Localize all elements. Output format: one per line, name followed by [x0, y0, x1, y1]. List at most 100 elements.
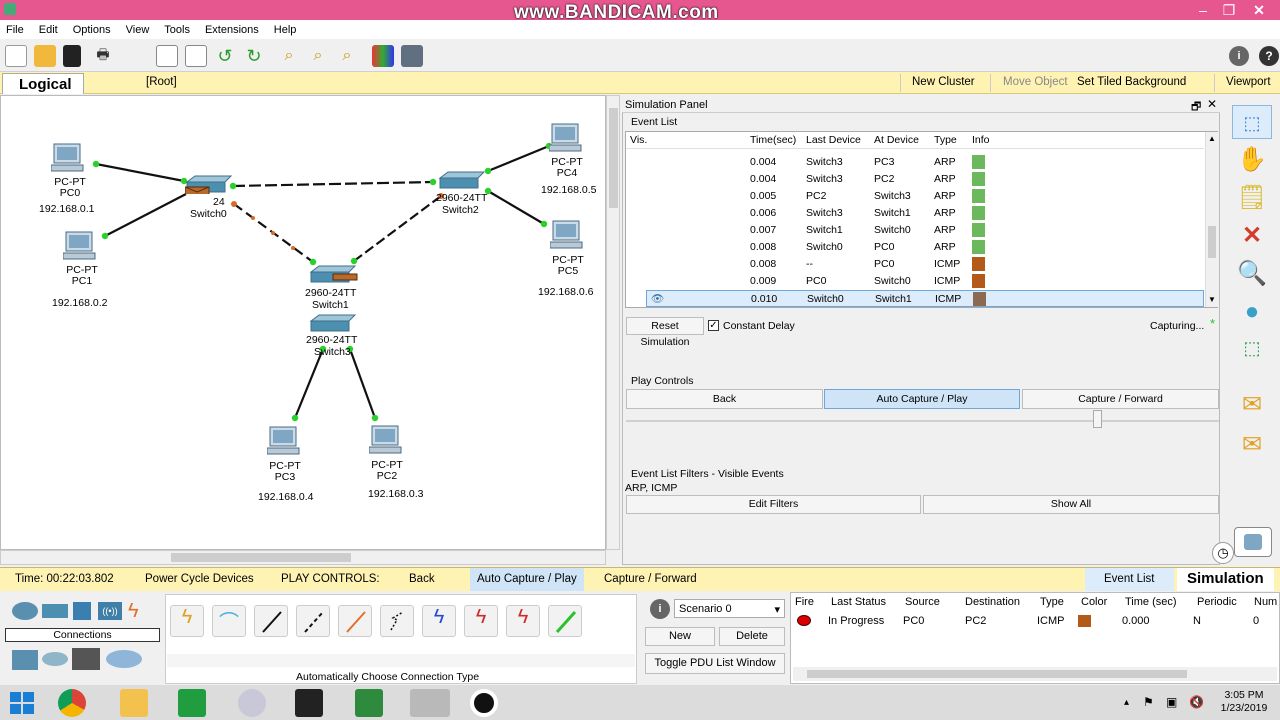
packet-tracer-taskbar-icon[interactable]: [238, 689, 266, 717]
menu-help[interactable]: Help: [274, 24, 297, 36]
scenario-info-icon[interactable]: i: [650, 599, 670, 619]
switch3-icon[interactable]: [309, 313, 357, 333]
capture-forward-button[interactable]: Capture / Forward: [1022, 389, 1219, 409]
event-row[interactable]: 0.006 Switch3 Switch1 ARP: [626, 205, 1204, 222]
info-icon[interactable]: i: [1229, 46, 1249, 66]
new-file-icon[interactable]: [5, 45, 27, 67]
workspace-vertical-scrollbar[interactable]: [606, 95, 620, 550]
event-row[interactable]: 0.007 Switch1 Switch0 ARP: [626, 222, 1204, 239]
command-prompt-icon[interactable]: [295, 689, 323, 717]
speed-slider-track[interactable]: [626, 420, 1219, 422]
pdu-list-table[interactable]: Fire Last Status Source Destination Type…: [790, 592, 1280, 684]
simulation-mode-tab[interactable]: Simulation: [1177, 568, 1274, 591]
close-icon[interactable]: ✕: [1246, 1, 1272, 19]
pdu-list-scrollbar[interactable]: [793, 667, 1277, 681]
scenario-select[interactable]: Scenario 0 ▾: [674, 599, 785, 618]
event-row[interactable]: 0.008 Switch0 PC0 ARP: [626, 239, 1204, 256]
delete-scenario-button[interactable]: Delete: [719, 627, 785, 646]
switch1-icon[interactable]: [309, 264, 359, 284]
logical-workspace[interactable]: PC-PT PC0 192.168.0.1 PC-PT PC1 192.168.0.…: [0, 95, 606, 550]
new-cluster-button[interactable]: New Cluster: [912, 76, 975, 88]
menu-view[interactable]: View: [126, 24, 150, 36]
inspect-tool-icon[interactable]: 🔍: [1232, 257, 1272, 291]
save-icon[interactable]: [63, 45, 81, 67]
event-row[interactable]: 0.004 Switch3 PC3 ARP: [626, 154, 1204, 171]
realtime-clock-icon[interactable]: ◷: [1212, 542, 1234, 564]
network-icon[interactable]: ▣: [1166, 695, 1177, 709]
pc0-icon[interactable]: [50, 143, 85, 173]
bandicam-record-icon[interactable]: [470, 689, 498, 717]
fire-icon[interactable]: [797, 615, 811, 626]
copy-icon[interactable]: [185, 45, 207, 67]
status-capture-forward-button[interactable]: Capture / Forward: [604, 573, 697, 585]
toggle-pdu-list-button[interactable]: Toggle PDU List Window: [645, 653, 785, 674]
edit-filters-button[interactable]: Edit Filters: [626, 495, 921, 514]
show-all-button[interactable]: Show All: [923, 495, 1219, 514]
copper-cross-over-icon[interactable]: [296, 605, 330, 637]
auto-capture-play-button[interactable]: Auto Capture / Play: [824, 389, 1020, 409]
event-row[interactable]: 0.005 PC2 Switch3 ARP: [626, 188, 1204, 205]
add-simple-pdu-icon[interactable]: ✉: [1232, 388, 1272, 422]
event-list-scrollbar[interactable]: ▲ ▼: [1205, 132, 1218, 307]
restore-icon[interactable]: ❐: [1216, 1, 1242, 19]
menu-extensions[interactable]: Extensions: [205, 24, 259, 36]
place-note-icon[interactable]: 🗒: [1232, 181, 1272, 215]
fiber-icon[interactable]: [338, 605, 372, 637]
switches-category-icon[interactable]: [42, 604, 68, 618]
delete-tool-icon[interactable]: ✕: [1232, 219, 1272, 253]
file-explorer-icon[interactable]: [120, 689, 148, 717]
notepad-plus-icon[interactable]: [355, 689, 383, 717]
select-tool-icon[interactable]: ⬚: [1232, 105, 1272, 139]
connection-types-scrollbar[interactable]: [167, 654, 635, 667]
new-scenario-button[interactable]: New: [645, 627, 715, 646]
windows-start-icon[interactable]: [10, 692, 34, 714]
hubs-category-icon[interactable]: [73, 602, 91, 620]
zoom-in-icon[interactable]: ⌕: [278, 45, 300, 67]
cisco-app-icon[interactable]: [410, 689, 450, 717]
tray-chevron-icon[interactable]: ▴: [1124, 697, 1129, 708]
palette-icon[interactable]: [372, 45, 394, 67]
resize-shape-icon[interactable]: ⬚: [1232, 331, 1272, 365]
phone-cable-icon[interactable]: [380, 605, 414, 637]
simulation-mode-icon[interactable]: [1234, 527, 1272, 557]
print-icon[interactable]: 🖶: [92, 45, 114, 67]
octal-cable-icon[interactable]: [548, 605, 582, 637]
pc3-icon[interactable]: [266, 426, 301, 456]
viewport-button[interactable]: Viewport: [1226, 76, 1271, 88]
end-devices-category-icon[interactable]: [12, 650, 38, 670]
multiuser-category-icon[interactable]: [106, 650, 142, 668]
pdu-row[interactable]: In Progress PC0 PC2 ICMP 0.000 N 0: [795, 614, 1280, 632]
move-layout-hand-icon[interactable]: ✋: [1232, 143, 1272, 177]
reset-simulation-button[interactable]: Reset Simulation: [626, 317, 704, 348]
undo-icon[interactable]: ↺: [214, 45, 236, 67]
redo-icon[interactable]: ↻: [243, 45, 265, 67]
store-icon[interactable]: [178, 689, 206, 717]
panel-close-icon[interactable]: ✕: [1207, 97, 1217, 111]
back-button[interactable]: Back: [626, 389, 823, 409]
event-row[interactable]: 0.009 PC0 Switch0 ICMP: [626, 273, 1204, 290]
speed-slider-thumb[interactable]: [1093, 410, 1102, 428]
menu-options[interactable]: Options: [73, 24, 111, 36]
zoom-out-icon[interactable]: ⌕: [336, 45, 358, 67]
workspace-horizontal-scrollbar[interactable]: [0, 550, 606, 565]
wireless-category-icon[interactable]: ((•)): [98, 602, 122, 620]
status-auto-capture-button[interactable]: Auto Capture / Play: [470, 568, 584, 591]
root-breadcrumb[interactable]: [Root]: [146, 76, 177, 88]
pc1-icon[interactable]: [62, 231, 97, 261]
activity-wizard-icon[interactable]: [156, 45, 178, 67]
minimize-icon[interactable]: –: [1190, 1, 1216, 19]
power-cycle-devices-button[interactable]: Power Cycle Devices: [145, 573, 254, 585]
connections-category-icon[interactable]: ϟ: [128, 600, 139, 623]
custom-devices-category-icon[interactable]: [72, 648, 100, 670]
set-tiled-background-button[interactable]: Set Tiled Background: [1077, 76, 1186, 88]
switch0-icon[interactable]: [184, 174, 233, 196]
event-row[interactable]: 0.010 Switch0 Switch1 ICMP 👁: [646, 290, 1204, 307]
pc5-icon[interactable]: [549, 220, 584, 250]
chrome-icon[interactable]: [58, 689, 86, 717]
constant-delay-checkbox[interactable]: ✓: [708, 320, 719, 331]
routers-category-icon[interactable]: [12, 602, 38, 620]
status-back-button[interactable]: Back: [409, 573, 435, 585]
pc4-icon[interactable]: [548, 123, 583, 153]
custom-device-icon[interactable]: [401, 45, 423, 67]
zoom-reset-icon[interactable]: ⌕: [307, 45, 329, 67]
